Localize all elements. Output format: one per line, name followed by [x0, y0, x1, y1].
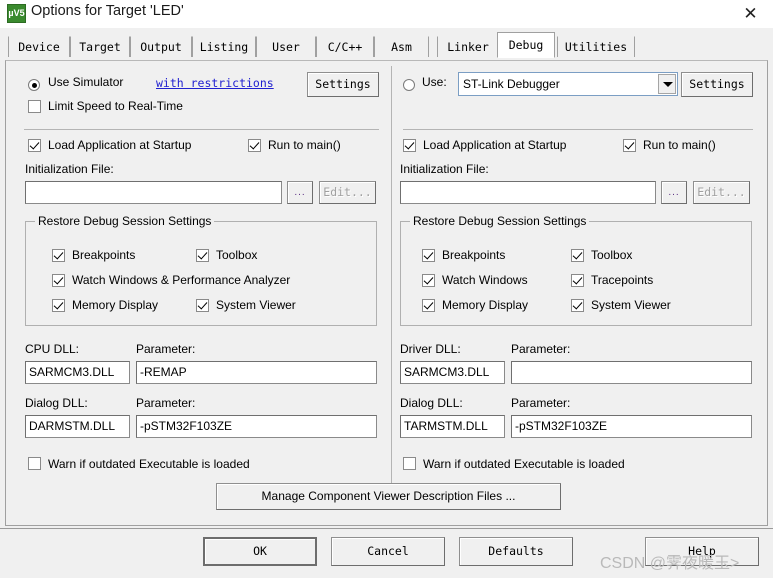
- right-dialog-dll-label: Dialog DLL:: [400, 396, 463, 410]
- driver-parameter-label: Parameter:: [511, 342, 571, 356]
- left-breakpoints-label: Breakpoints: [72, 248, 136, 262]
- left-breakpoints-checkbox[interactable]: [52, 249, 65, 262]
- left-warn-outdated-label: Warn if outdated Executable is loaded: [48, 457, 250, 471]
- csdn-watermark: CSDN @霁夜暖玉>: [600, 555, 740, 572]
- left-run-to-main-checkbox[interactable]: [248, 139, 261, 152]
- use-debugger-label: Use:: [422, 75, 447, 89]
- defaults-button[interactable]: Defaults: [459, 537, 573, 566]
- tab-device[interactable]: Device: [8, 36, 70, 57]
- right-dialog-parameter-input[interactable]: -pSTM32F103ZE: [511, 415, 752, 438]
- right-memory-display-label: Memory Display: [442, 298, 529, 312]
- left-run-to-main-label: Run to main(): [268, 138, 341, 152]
- left-dialog-dll-label: Dialog DLL:: [25, 396, 88, 410]
- right-watch-windows-label: Watch Windows: [442, 273, 528, 287]
- cancel-button[interactable]: Cancel: [331, 537, 445, 566]
- right-load-app-label: Load Application at Startup: [423, 138, 567, 152]
- left-memory-display-label: Memory Display: [72, 298, 159, 312]
- left-load-app-checkbox[interactable]: [28, 139, 41, 152]
- left-browse-button[interactable]: ...: [287, 181, 313, 204]
- right-restore-session-title: Restore Debug Session Settings: [410, 214, 590, 228]
- left-warn-outdated-checkbox[interactable]: [28, 457, 41, 470]
- right-toolbox-label: Toolbox: [591, 248, 633, 262]
- cpu-parameter-input[interactable]: -REMAP: [136, 361, 377, 384]
- driver-dll-input[interactable]: SARMCM3.DLL: [400, 361, 505, 384]
- manage-component-viewer-button[interactable]: Manage Component Viewer Description File…: [216, 483, 561, 510]
- tab-strip: Device Target Output Listing User C/C++ …: [0, 28, 773, 61]
- driver-dll-label: Driver DLL:: [400, 342, 461, 356]
- use-simulator-radio[interactable]: [28, 79, 40, 91]
- right-edit-button[interactable]: Edit...: [693, 181, 750, 204]
- limit-speed-checkbox[interactable]: [28, 100, 41, 113]
- right-dialog-dll-input[interactable]: TARMSTM.DLL: [400, 415, 505, 438]
- tab-output[interactable]: Output: [130, 36, 192, 57]
- left-system-viewer-label: System Viewer: [216, 298, 296, 312]
- tab-debug[interactable]: Debug: [497, 32, 555, 58]
- right-dialog-parameter-label: Parameter:: [511, 396, 571, 410]
- left-watch-windows-checkbox[interactable]: [52, 274, 65, 287]
- right-memory-display-checkbox[interactable]: [422, 299, 435, 312]
- debugger-settings-button[interactable]: Settings: [681, 72, 753, 97]
- left-system-viewer-checkbox[interactable]: [196, 299, 209, 312]
- tab-linker[interactable]: Linker: [437, 36, 499, 57]
- footer-divider: [0, 528, 773, 529]
- left-toolbox-label: Toolbox: [216, 248, 258, 262]
- debug-tab-panel: Use Simulator with restrictions Settings…: [5, 60, 768, 526]
- left-memory-display-checkbox[interactable]: [52, 299, 65, 312]
- left-edit-button[interactable]: Edit...: [319, 181, 376, 204]
- ellipsis-icon: ...: [668, 186, 680, 198]
- right-tracepoints-label: Tracepoints: [591, 273, 654, 287]
- right-watch-windows-checkbox[interactable]: [422, 274, 435, 287]
- tab-listing[interactable]: Listing: [192, 36, 256, 57]
- right-browse-button[interactable]: ...: [661, 181, 687, 204]
- right-run-to-main-label: Run to main(): [643, 138, 716, 152]
- right-init-file-input[interactable]: [400, 181, 656, 204]
- tab-user[interactable]: User: [256, 36, 316, 57]
- right-tracepoints-checkbox[interactable]: [571, 274, 584, 287]
- use-simulator-label: Use Simulator: [48, 75, 124, 89]
- left-restore-session-title: Restore Debug Session Settings: [35, 214, 215, 228]
- use-debugger-radio[interactable]: [403, 79, 415, 91]
- title-bar: µV5 Options for Target 'LED' ✕: [0, 0, 773, 28]
- right-init-file-label: Initialization File:: [400, 162, 489, 176]
- right-toolbox-checkbox[interactable]: [571, 249, 584, 262]
- left-dialog-parameter-label: Parameter:: [136, 396, 196, 410]
- right-warn-outdated-checkbox[interactable]: [403, 457, 416, 470]
- right-breakpoints-checkbox[interactable]: [422, 249, 435, 262]
- tab-target[interactable]: Target: [70, 36, 130, 57]
- tab-c-cpp[interactable]: C/C++: [316, 36, 374, 57]
- ok-button[interactable]: OK: [203, 537, 317, 566]
- driver-parameter-input[interactable]: [511, 361, 752, 384]
- tab-utilities[interactable]: Utilities: [557, 36, 635, 57]
- debugger-select[interactable]: ST-Link Debugger: [458, 72, 678, 96]
- right-divider: [403, 129, 753, 130]
- left-toolbox-checkbox[interactable]: [196, 249, 209, 262]
- simulator-settings-button[interactable]: Settings: [307, 72, 379, 97]
- with-restrictions-link[interactable]: with restrictions: [156, 76, 274, 90]
- right-breakpoints-label: Breakpoints: [442, 248, 506, 262]
- left-watch-windows-label: Watch Windows & Performance Analyzer: [72, 273, 291, 287]
- cpu-dll-label: CPU DLL:: [25, 342, 80, 356]
- cpu-parameter-label: Parameter:: [136, 342, 196, 356]
- right-run-to-main-checkbox[interactable]: [623, 139, 636, 152]
- left-dialog-parameter-input[interactable]: -pSTM32F103ZE: [136, 415, 377, 438]
- left-dialog-dll-input[interactable]: DARMSTM.DLL: [25, 415, 130, 438]
- limit-speed-label: Limit Speed to Real-Time: [48, 99, 183, 113]
- uvision5-icon: µV5: [7, 4, 26, 23]
- left-divider: [24, 129, 379, 130]
- left-init-file-input[interactable]: [25, 181, 282, 204]
- right-warn-outdated-label: Warn if outdated Executable is loaded: [423, 457, 625, 471]
- chevron-down-icon[interactable]: [658, 74, 676, 94]
- close-icon[interactable]: ✕: [728, 0, 773, 28]
- cpu-dll-input[interactable]: SARMCM3.DLL: [25, 361, 130, 384]
- right-load-app-checkbox[interactable]: [403, 139, 416, 152]
- left-init-file-label: Initialization File:: [25, 162, 114, 176]
- right-system-viewer-checkbox[interactable]: [571, 299, 584, 312]
- debugger-select-value: ST-Link Debugger: [463, 77, 560, 91]
- vertical-divider: [391, 66, 392, 484]
- window-title: Options for Target 'LED': [31, 3, 184, 19]
- right-system-viewer-label: System Viewer: [591, 298, 671, 312]
- tab-asm[interactable]: Asm: [374, 36, 429, 57]
- left-load-app-label: Load Application at Startup: [48, 138, 192, 152]
- ellipsis-icon: ...: [294, 186, 306, 198]
